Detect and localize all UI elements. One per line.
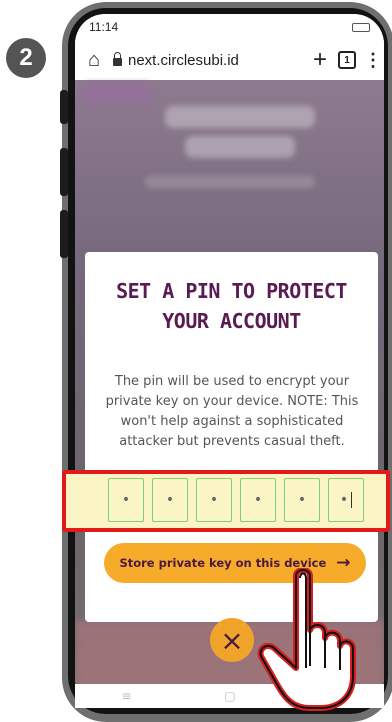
pin-digit-input[interactable]: • — [240, 478, 276, 522]
close-icon: × — [220, 623, 244, 657]
plus-icon[interactable]: + — [310, 46, 330, 74]
url-text: next.circlesubi.id — [128, 51, 239, 69]
tab-count: 1 — [344, 54, 350, 66]
pin-digit-input[interactable]: • — [196, 478, 232, 522]
dialog-title: SET A PIN TO PROTECT YOUR ACCOUNT — [116, 279, 347, 333]
blurred-heading-line — [165, 106, 315, 128]
pin-digit-value: • — [209, 492, 219, 508]
pin-digit-input[interactable]: • — [328, 478, 364, 522]
pin-digit-input[interactable]: • — [152, 478, 188, 522]
power-button — [60, 210, 68, 258]
menu-icon[interactable]: ⋮ — [364, 50, 382, 71]
volume-down-button — [60, 148, 68, 196]
blurred-text-line — [145, 176, 315, 188]
pin-digit-value: • — [121, 492, 131, 508]
recents-icon[interactable]: ≡ — [121, 689, 131, 703]
pin-digit-input[interactable]: • — [284, 478, 320, 522]
lock-icon — [113, 52, 122, 66]
text-caret — [351, 492, 353, 508]
browser-toolbar: ⌂ next.circlesubi.id + 1 ⋮ — [75, 40, 384, 80]
volume-up-button — [60, 90, 68, 124]
dialog-description: The pin will be used to encrypt your pri… — [105, 374, 359, 450]
step-number-badge: 2 — [6, 38, 46, 78]
tabs-icon[interactable]: 1 — [338, 51, 356, 69]
pin-input-row: • • • • • • — [108, 478, 364, 522]
hand-pointer-icon — [257, 568, 356, 711]
close-dialog-button[interactable]: × — [210, 618, 254, 662]
pin-digit-value: • — [253, 492, 263, 508]
status-time: 11:14 — [89, 20, 119, 34]
battery-icon — [352, 22, 370, 32]
url-bar[interactable]: next.circlesubi.id — [113, 52, 302, 69]
pin-digit-value: • — [165, 492, 175, 508]
status-bar: 11:14 — [75, 14, 384, 40]
pin-digit-input[interactable]: • — [108, 478, 144, 522]
pin-digit-value: • — [339, 492, 349, 508]
home-icon[interactable]: ⌂ — [83, 49, 105, 72]
blurred-heading-line — [185, 136, 295, 158]
pin-digit-value: • — [297, 492, 307, 508]
blurred-logo — [83, 82, 151, 104]
home-nav-icon[interactable]: ▢ — [224, 689, 235, 703]
